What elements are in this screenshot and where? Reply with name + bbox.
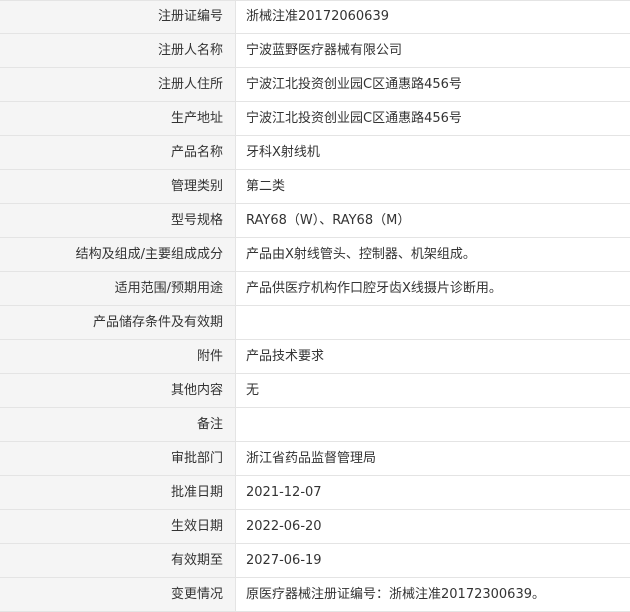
row-label: 产品名称 xyxy=(0,136,236,169)
row-management-category: 管理类别 第二类 xyxy=(0,170,630,204)
row-label: 适用范围/预期用途 xyxy=(0,272,236,305)
row-registrant-name: 注册人名称 宁波蓝野医疗器械有限公司 xyxy=(0,34,630,68)
row-value: 2021-12-07 xyxy=(236,476,630,509)
row-label: 注册人名称 xyxy=(0,34,236,67)
row-attachments: 附件 产品技术要求 xyxy=(0,340,630,374)
row-value: 浙械注准20172060639 xyxy=(236,1,630,33)
row-registrant-address: 注册人住所 宁波江北投资创业园C区通惠路456号 xyxy=(0,68,630,102)
row-label: 型号规格 xyxy=(0,204,236,237)
row-value: 产品供医疗机构作口腔牙齿X线摄片诊断用。 xyxy=(236,272,630,305)
row-label: 产品储存条件及有效期 xyxy=(0,306,236,339)
row-label: 变更情况 xyxy=(0,578,236,611)
row-effective-date: 生效日期 2022-06-20 xyxy=(0,510,630,544)
row-label: 结构及组成/主要组成成分 xyxy=(0,238,236,271)
row-label: 批准日期 xyxy=(0,476,236,509)
row-value xyxy=(236,306,630,339)
row-intended-use: 适用范围/预期用途 产品供医疗机构作口腔牙齿X线摄片诊断用。 xyxy=(0,272,630,306)
row-label: 审批部门 xyxy=(0,442,236,475)
row-value: 牙科X射线机 xyxy=(236,136,630,169)
row-registration-number: 注册证编号 浙械注准20172060639 xyxy=(0,1,630,34)
row-value: 宁波江北投资创业园C区通惠路456号 xyxy=(236,68,630,101)
registration-info-table: 注册证编号 浙械注准20172060639 注册人名称 宁波蓝野医疗器械有限公司… xyxy=(0,0,630,612)
row-production-address: 生产地址 宁波江北投资创业园C区通惠路456号 xyxy=(0,102,630,136)
row-approval-department: 审批部门 浙江省药品监督管理局 xyxy=(0,442,630,476)
row-value: 第二类 xyxy=(236,170,630,203)
row-structure-composition: 结构及组成/主要组成成分 产品由X射线管头、控制器、机架组成。 xyxy=(0,238,630,272)
row-value: 2022-06-20 xyxy=(236,510,630,543)
row-value: 宁波江北投资创业园C区通惠路456号 xyxy=(236,102,630,135)
row-label: 备注 xyxy=(0,408,236,441)
row-label: 其他内容 xyxy=(0,374,236,407)
row-value xyxy=(236,408,630,441)
row-label: 注册证编号 xyxy=(0,1,236,33)
row-value: 2027-06-19 xyxy=(236,544,630,577)
row-label: 管理类别 xyxy=(0,170,236,203)
row-change-history: 变更情况 原医疗器械注册证编号：浙械注准20172300639。 xyxy=(0,578,630,612)
row-other-content: 其他内容 无 xyxy=(0,374,630,408)
row-value: 产品由X射线管头、控制器、机架组成。 xyxy=(236,238,630,271)
row-storage-validity: 产品储存条件及有效期 xyxy=(0,306,630,340)
row-label: 生效日期 xyxy=(0,510,236,543)
row-remarks: 备注 xyxy=(0,408,630,442)
row-value: 无 xyxy=(236,374,630,407)
row-value: 产品技术要求 xyxy=(236,340,630,373)
row-value: 原医疗器械注册证编号：浙械注准20172300639。 xyxy=(236,578,630,611)
row-label: 附件 xyxy=(0,340,236,373)
row-product-name: 产品名称 牙科X射线机 xyxy=(0,136,630,170)
row-value: 宁波蓝野医疗器械有限公司 xyxy=(236,34,630,67)
row-label: 有效期至 xyxy=(0,544,236,577)
row-model-spec: 型号规格 RAY68（W）、RAY68（M） xyxy=(0,204,630,238)
row-label: 注册人住所 xyxy=(0,68,236,101)
row-valid-until: 有效期至 2027-06-19 xyxy=(0,544,630,578)
row-approval-date: 批准日期 2021-12-07 xyxy=(0,476,630,510)
row-value: 浙江省药品监督管理局 xyxy=(236,442,630,475)
row-label: 生产地址 xyxy=(0,102,236,135)
row-value: RAY68（W）、RAY68（M） xyxy=(236,204,630,237)
